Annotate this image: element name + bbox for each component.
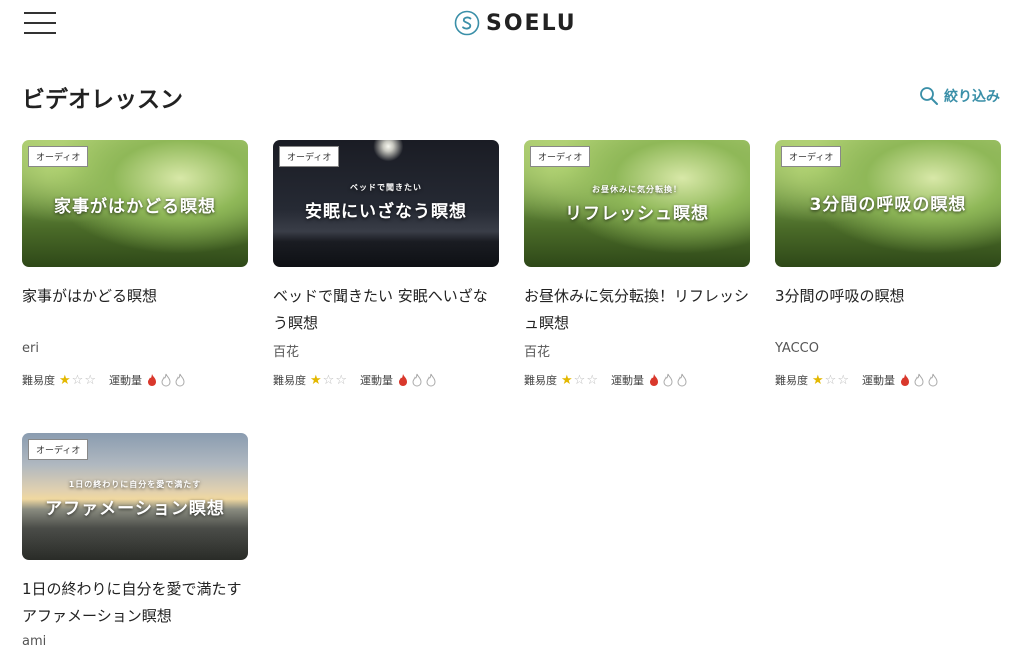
thumbnail-title: アファメーション瞑想 xyxy=(45,499,225,519)
thumbnail-title: リフレッシュ瞑想 xyxy=(565,204,709,224)
exercise-label: 運動量 xyxy=(861,374,895,387)
thumbnail-subtitle: ベッドで聞きたい xyxy=(350,183,422,192)
audio-badge: オーディオ xyxy=(279,146,340,167)
filter-label: 絞り込み xyxy=(944,89,1000,105)
lesson-thumbnail[interactable]: オーディオ お昼休みに気分転換！ リフレッシュ瞑想 xyxy=(524,140,750,267)
flame-empty-icon xyxy=(663,373,673,387)
difficulty-label: 難易度 xyxy=(22,374,55,387)
star-empty-icon: ☆ xyxy=(586,372,598,388)
lesson-card[interactable]: オーディオ 3分間の呼吸の瞑想 3分間の呼吸の瞑想 YACCO 難易度 ★ ☆ … xyxy=(775,140,1001,388)
lesson-card[interactable]: オーディオ 1日の終わりに自分を愛で満たす アファメーション瞑想 1日の終わりに… xyxy=(22,433,248,652)
thumbnail-subtitle: 1日の終わりに自分を愛で満たす xyxy=(68,480,202,489)
lesson-title[interactable]: 家事がはかどる瞑想 xyxy=(22,283,248,337)
thumbnail-subtitle: お昼休みに気分転換！ xyxy=(592,185,682,194)
lesson-meta: 難易度 ★ ☆ ☆ 運動量 xyxy=(775,372,1001,388)
logo[interactable]: SOELU xyxy=(454,9,577,37)
teacher-name: 百花 xyxy=(273,345,300,360)
flame-filled-icon xyxy=(147,374,156,386)
flame-empty-icon xyxy=(161,373,171,387)
difficulty-label: 難易度 xyxy=(524,374,557,387)
exercise-label: 運動量 xyxy=(610,374,644,387)
lesson-meta: 難易度 ★ ☆ ☆ 運動量 xyxy=(22,372,248,388)
star-empty-icon: ☆ xyxy=(322,372,335,388)
lesson-thumbnail[interactable]: オーディオ ベッドで聞きたい 安眠にいざなう瞑想 xyxy=(273,140,499,267)
star-empty-icon: ☆ xyxy=(837,372,849,388)
exercise-label: 運動量 xyxy=(108,374,142,387)
audio-badge: オーディオ xyxy=(781,146,842,167)
teacher-name: YACCO xyxy=(775,341,819,356)
star-filled-icon: ★ xyxy=(310,372,322,388)
audio-badge: オーディオ xyxy=(28,146,89,167)
lesson-card[interactable]: オーディオ ベッドで聞きたい 安眠にいざなう瞑想 ベッドで聞きたい 安眠へいざな… xyxy=(273,140,499,388)
star-empty-icon: ☆ xyxy=(573,372,586,388)
header: SOELU xyxy=(0,0,1024,50)
flame-empty-icon xyxy=(928,373,938,387)
star-filled-icon: ★ xyxy=(812,372,824,388)
audio-badge: オーディオ xyxy=(28,439,89,460)
flame-empty-icon xyxy=(426,373,436,387)
page-title: ビデオレッスン xyxy=(22,87,183,113)
flame-filled-icon xyxy=(900,374,909,386)
flame-empty-icon xyxy=(412,373,422,387)
thumbnail-title: 安眠にいざなう瞑想 xyxy=(305,202,467,222)
thumbnail-title: 3分間の呼吸の瞑想 xyxy=(809,195,967,215)
logo-text: SOELU xyxy=(486,10,577,36)
soelu-logo-icon xyxy=(454,10,480,36)
audio-badge: オーディオ xyxy=(530,146,591,167)
search-icon xyxy=(920,87,938,105)
lesson-title[interactable]: お昼休みに気分転換！リフレッシュ瞑想 xyxy=(524,283,750,337)
difficulty-label: 難易度 xyxy=(273,374,306,387)
lesson-title[interactable]: 1日の終わりに自分を愛で満たすアファメーション瞑想 xyxy=(22,576,248,630)
exercise-label: 運動量 xyxy=(359,374,393,387)
flame-empty-icon xyxy=(914,373,924,387)
star-filled-icon: ★ xyxy=(561,372,573,388)
lesson-title[interactable]: ベッドで聞きたい 安眠へいざなう瞑想 xyxy=(273,283,499,337)
star-empty-icon: ☆ xyxy=(71,372,84,388)
lesson-meta: 難易度 ★ ☆ ☆ 運動量 xyxy=(273,372,499,388)
star-empty-icon: ☆ xyxy=(335,372,347,388)
flame-empty-icon xyxy=(677,373,687,387)
star-empty-icon: ☆ xyxy=(824,372,837,388)
thumbnail-title: 家事がはかどる瞑想 xyxy=(54,197,216,217)
menu-icon[interactable] xyxy=(24,12,56,34)
lesson-meta: 難易度 ★ ☆ ☆ 運動量 xyxy=(524,372,750,388)
lesson-card[interactable]: オーディオ お昼休みに気分転換！ リフレッシュ瞑想 お昼休みに気分転換！リフレッ… xyxy=(524,140,750,388)
flame-empty-icon xyxy=(175,373,185,387)
lesson-card[interactable]: オーディオ 家事がはかどる瞑想 家事がはかどる瞑想 eri 難易度 ★ ☆ ☆ … xyxy=(22,140,248,388)
filter-button[interactable]: 絞り込み xyxy=(919,86,1000,106)
teacher-name: 百花 xyxy=(524,345,551,360)
star-filled-icon: ★ xyxy=(59,372,71,388)
flame-filled-icon xyxy=(398,374,407,386)
lesson-thumbnail[interactable]: オーディオ 家事がはかどる瞑想 xyxy=(22,140,248,267)
lesson-title[interactable]: 3分間の呼吸の瞑想 xyxy=(775,283,1001,337)
difficulty-label: 難易度 xyxy=(775,374,808,387)
lesson-thumbnail[interactable]: オーディオ 3分間の呼吸の瞑想 xyxy=(775,140,1001,267)
flame-filled-icon xyxy=(649,374,658,386)
teacher-name: eri xyxy=(22,341,39,356)
teacher-name: ami xyxy=(22,634,47,649)
lesson-thumbnail[interactable]: オーディオ 1日の終わりに自分を愛で満たす アファメーション瞑想 xyxy=(22,433,248,560)
star-empty-icon: ☆ xyxy=(84,372,96,388)
